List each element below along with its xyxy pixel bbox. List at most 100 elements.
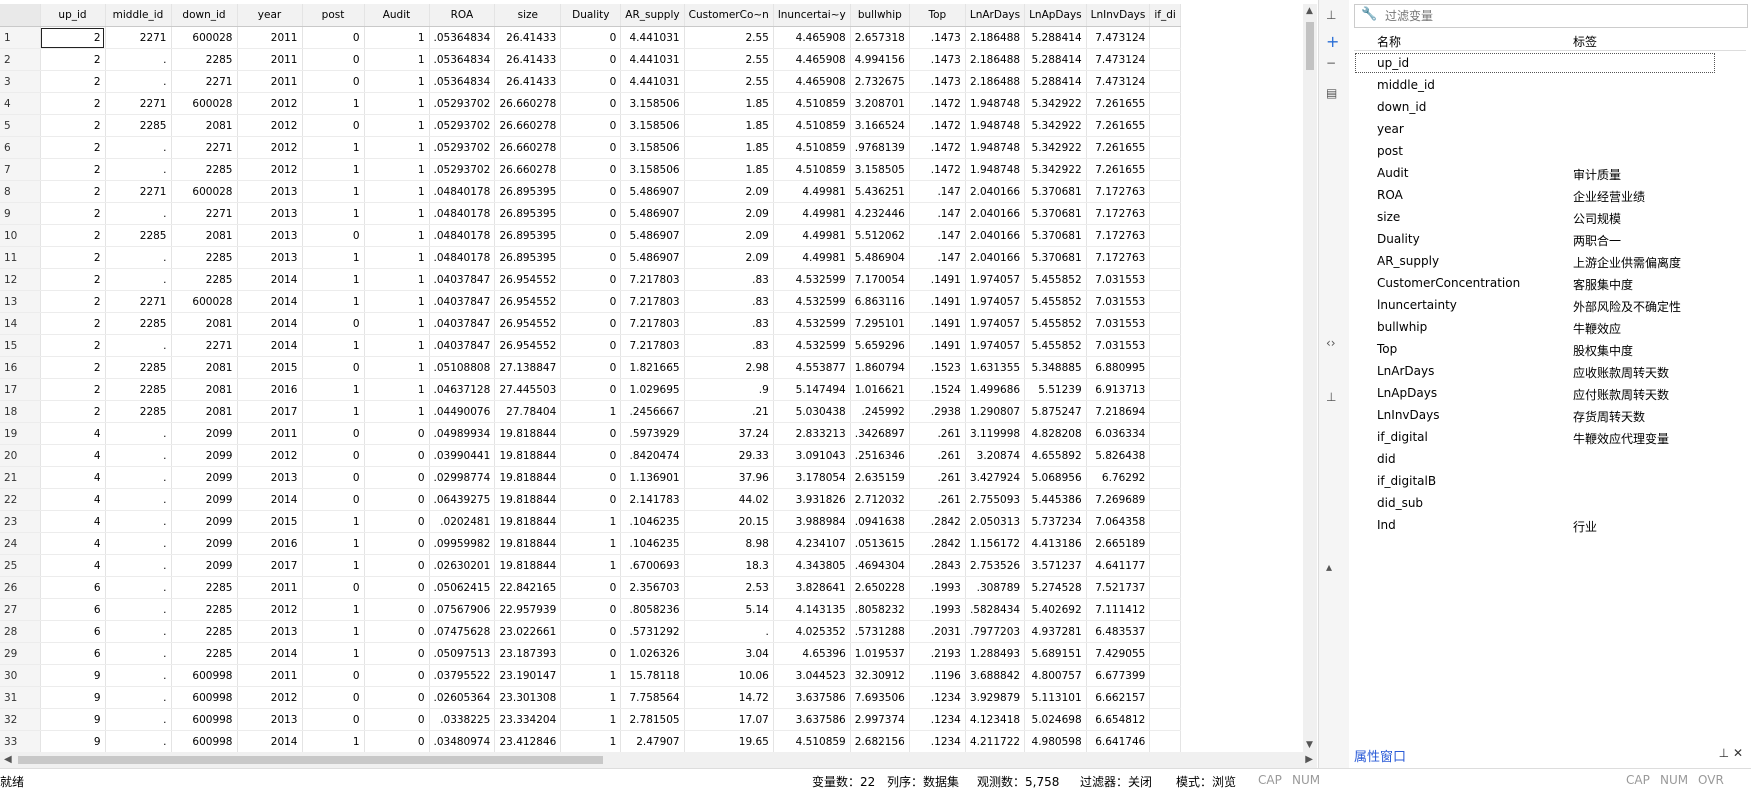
data-cell[interactable]: 2081 [171, 356, 238, 379]
data-cell[interactable]: 0 [364, 466, 430, 489]
data-cell[interactable]: 1 [302, 532, 365, 555]
data-cell[interactable]: 0 [560, 620, 622, 643]
data-cell[interactable]: 1.85 [684, 136, 774, 159]
wrench-icon[interactable]: 🔧 [1361, 7, 1377, 22]
data-cell[interactable]: 0 [302, 686, 365, 709]
data-cell[interactable]: 6.654812 [1086, 708, 1151, 731]
data-cell[interactable]: .3426897 [850, 422, 910, 445]
data-cell[interactable]: .83 [684, 268, 774, 291]
variable-row[interactable]: Audit 审计质量 [1354, 162, 1746, 184]
data-cell[interactable]: 1 [364, 400, 430, 423]
data-cell[interactable]: 2285 [105, 114, 172, 137]
data-cell[interactable]: 7.217803 [620, 290, 685, 313]
data-cell[interactable]: 1 [364, 92, 430, 115]
data-cell[interactable]: .2842 [909, 510, 966, 533]
data-cell[interactable]: 2.040166 [965, 246, 1026, 269]
data-cell-partial[interactable] [1149, 532, 1181, 555]
variable-row[interactable]: Duality 两职合一 [1354, 228, 1746, 250]
table-row[interactable]: 10 2 2285 2081 2013 0 1.04840178 26.895395 0 5.48… [0, 224, 1181, 247]
vertical-scrollbar[interactable]: ▲ ▼ [1303, 4, 1317, 752]
table-row[interactable]: 14 2 2285 2081 2014 0 1.04037847 26.954552 0 7.21… [0, 312, 1181, 335]
data-cell[interactable]: 7.031553 [1086, 290, 1151, 313]
data-cell-partial[interactable] [1149, 48, 1181, 71]
variable-row[interactable]: ROA 企业经营业绩 [1354, 184, 1746, 206]
data-cell[interactable]: .9768139 [850, 136, 910, 159]
scroll-up-icon[interactable]: ▲ [1306, 6, 1313, 16]
data-cell[interactable]: 7.170054 [850, 268, 910, 291]
data-cell[interactable]: 5.455852 [1024, 312, 1087, 335]
data-cell[interactable]: 2271 [171, 136, 238, 159]
data-cell[interactable]: 23.022661 [494, 620, 562, 643]
data-cell[interactable]: 0 [364, 422, 430, 445]
data-cell[interactable]: 4.123418 [965, 708, 1026, 731]
data-cell[interactable]: 4.532599 [773, 312, 851, 335]
data-cell[interactable]: 2285 [171, 620, 238, 643]
data-cell[interactable]: 3.931826 [773, 488, 851, 511]
data-cell[interactable]: 600998 [171, 686, 238, 709]
column-header[interactable]: if_di [1149, 4, 1181, 27]
data-cell[interactable]: 1.974057 [965, 268, 1026, 291]
data-cell[interactable]: 4.441031 [620, 48, 685, 71]
row-number[interactable]: 26 [0, 576, 41, 599]
data-cell[interactable]: 0 [302, 422, 365, 445]
data-cell[interactable]: 2 [40, 48, 106, 71]
data-cell[interactable]: 3.988984 [773, 510, 851, 533]
data-cell[interactable]: 1 [302, 598, 365, 621]
row-number[interactable]: 2 [0, 48, 41, 71]
data-cell[interactable]: 4.465908 [773, 70, 851, 93]
data-cell[interactable]: 2014 [237, 642, 303, 665]
column-header[interactable]: lnuncertai~y [773, 4, 851, 27]
data-cell-partial[interactable] [1149, 554, 1181, 577]
data-cell[interactable]: 5.737234 [1024, 510, 1087, 533]
data-cell[interactable]: 0 [302, 466, 365, 489]
data-cell[interactable]: 5.274528 [1024, 576, 1087, 599]
data-cell[interactable]: 5.348885 [1024, 356, 1087, 379]
data-cell[interactable]: 19.818844 [494, 488, 562, 511]
data-cell[interactable]: 600998 [171, 664, 238, 687]
data-cell-partial[interactable] [1149, 730, 1181, 752]
column-header[interactable]: LnArDays [965, 4, 1026, 27]
data-cell[interactable]: 2015 [237, 356, 303, 379]
data-cell-partial[interactable] [1149, 202, 1181, 225]
table-row[interactable]: 20 4. 2099 2012 0 0.03990441 19.818844 0.842047… [0, 444, 1181, 467]
table-row[interactable]: 17 2 2285 2081 2016 1 1.04637128 27.445503 0 1.02… [0, 378, 1181, 401]
data-cell[interactable]: 6 [40, 598, 106, 621]
data-cell[interactable]: .8058236 [620, 598, 685, 621]
data-cell[interactable]: 5.455852 [1024, 268, 1087, 291]
column-header[interactable]: post [302, 4, 365, 27]
column-header[interactable]: ROA [429, 4, 496, 27]
row-number[interactable]: 31 [0, 686, 41, 709]
data-cell[interactable]: .1046235 [620, 532, 685, 555]
data-cell-partial[interactable] [1149, 400, 1181, 423]
data-cell[interactable]: 2 [40, 202, 106, 225]
data-cell[interactable]: 10.06 [684, 664, 774, 687]
data-cell[interactable]: .04840178 [429, 224, 496, 247]
data-cell[interactable]: 4.441031 [620, 70, 685, 93]
data-cell[interactable]: 0 [560, 290, 622, 313]
variables-list[interactable]: up_id middle_id down_id year post Audit 审计质量 RO… [1354, 52, 1746, 536]
data-cell[interactable]: 2 [40, 356, 106, 379]
data-cell-partial[interactable] [1149, 312, 1181, 335]
data-cell[interactable]: 2013 [237, 620, 303, 643]
data-cell[interactable]: . [105, 268, 172, 291]
data-cell[interactable]: 0 [302, 48, 365, 71]
variable-row[interactable]: year [1354, 118, 1746, 140]
data-cell[interactable]: 26.41433 [494, 48, 562, 71]
data-cell[interactable]: 37.24 [684, 422, 774, 445]
data-cell[interactable]: .05364834 [429, 26, 496, 49]
data-cell[interactable]: 2.55 [684, 48, 774, 71]
data-cell[interactable]: .04840178 [429, 246, 496, 269]
row-number[interactable]: 32 [0, 708, 41, 731]
variable-row[interactable]: LnApDays 应付账款周转天数 [1354, 382, 1746, 404]
data-cell[interactable]: 5.370681 [1024, 202, 1087, 225]
data-cell[interactable]: 2013 [237, 180, 303, 203]
row-number[interactable]: 19 [0, 422, 41, 445]
data-table[interactable]: up_id middle_id down_id year post Audit ROA siz… [0, 4, 1181, 752]
data-cell[interactable]: 1 [302, 400, 365, 423]
data-cell[interactable]: . [105, 136, 172, 159]
table-row[interactable]: 32 9. 600998 2013 0 0.0338225 23.334204 1 2.7815… [0, 708, 1181, 731]
data-cell[interactable]: 0 [560, 422, 622, 445]
data-cell[interactable]: 1 [560, 664, 622, 687]
data-cell[interactable]: 2 [40, 224, 106, 247]
data-cell[interactable]: .147 [909, 180, 966, 203]
